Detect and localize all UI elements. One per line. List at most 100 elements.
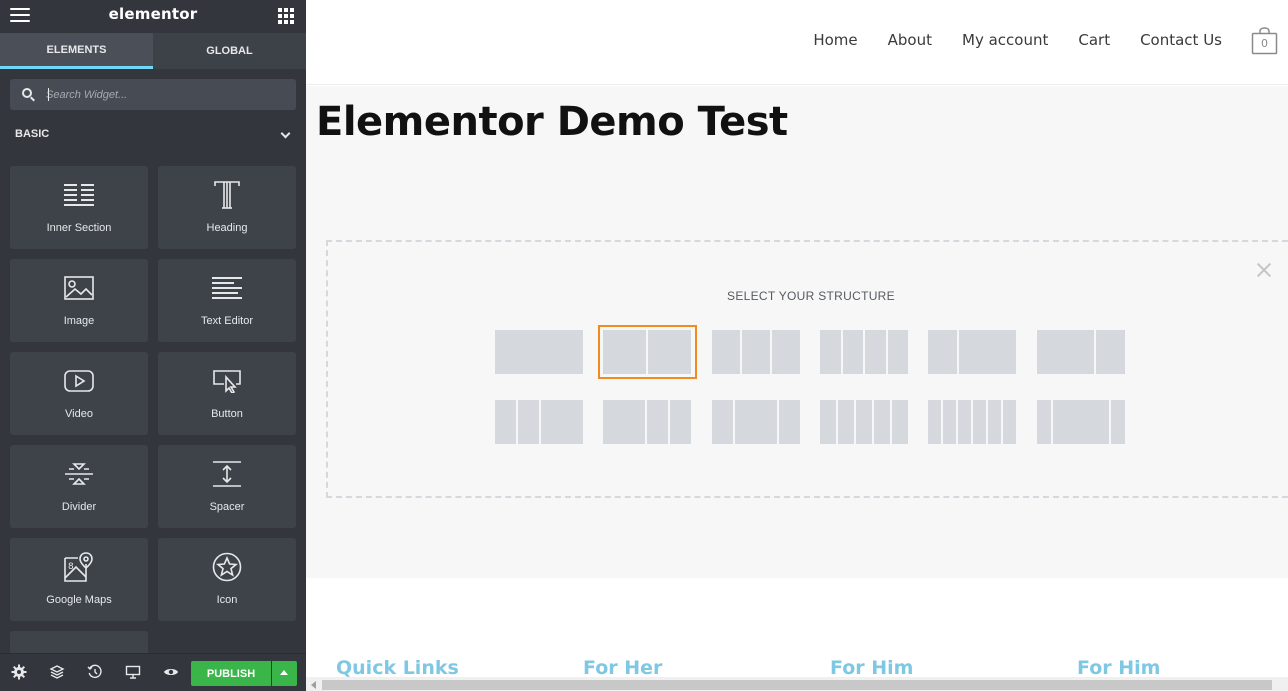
footer-heading-for-him: For Him bbox=[830, 657, 914, 679]
preset-column bbox=[1037, 330, 1095, 374]
structure-preset[interactable] bbox=[928, 400, 1017, 444]
chevron-down-icon bbox=[280, 128, 291, 139]
preset-column bbox=[887, 330, 908, 374]
scrollbar-thumb[interactable] bbox=[322, 680, 1272, 690]
tab-global[interactable]: GLOBAL bbox=[153, 33, 306, 69]
video-icon bbox=[64, 370, 94, 392]
nav-home[interactable]: Home bbox=[813, 31, 857, 49]
structure-preset[interactable] bbox=[712, 330, 801, 374]
preset-column bbox=[518, 400, 539, 444]
brand-logo: elementor bbox=[108, 5, 198, 23]
structure-preset[interactable] bbox=[928, 330, 1017, 374]
category-header-basic[interactable]: BASIC bbox=[15, 128, 296, 140]
preset-column bbox=[958, 400, 971, 444]
horizontal-scrollbar[interactable] bbox=[306, 677, 1288, 691]
widget-image[interactable]: Image bbox=[10, 259, 148, 342]
publish-options-button[interactable] bbox=[272, 661, 297, 686]
footer-heading-quick-links: Quick Links bbox=[336, 657, 459, 679]
preset-column bbox=[735, 400, 777, 444]
scroll-left-arrow-icon[interactable] bbox=[311, 681, 316, 689]
publish-button[interactable]: PUBLISH bbox=[191, 661, 271, 686]
widget-inner-section[interactable]: Inner Section bbox=[10, 166, 148, 249]
structure-preset[interactable] bbox=[598, 325, 697, 379]
preset-column bbox=[838, 400, 854, 444]
widget-video[interactable]: Video bbox=[10, 352, 148, 435]
structure-preset[interactable] bbox=[495, 400, 584, 444]
preset-column bbox=[842, 330, 863, 374]
preset-column bbox=[495, 400, 516, 444]
preset-column bbox=[712, 330, 740, 374]
button-icon bbox=[213, 370, 241, 393]
widget-label: Google Maps bbox=[46, 594, 112, 606]
panel-header: elementor bbox=[0, 0, 306, 33]
preset-column bbox=[856, 400, 872, 444]
widget-label: Icon bbox=[216, 594, 238, 606]
preset-column bbox=[1003, 400, 1016, 444]
structure-preset[interactable] bbox=[1037, 330, 1126, 374]
close-icon[interactable] bbox=[1256, 262, 1272, 278]
preset-column bbox=[1111, 400, 1125, 444]
widget-icon[interactable]: Icon bbox=[158, 538, 296, 621]
navigator-icon[interactable] bbox=[49, 664, 65, 680]
widget-heading[interactable]: Heading bbox=[158, 166, 296, 249]
preset-column bbox=[988, 400, 1001, 444]
history-icon[interactable] bbox=[87, 664, 103, 680]
preview-area: Home About My account Cart Contact Us 0 … bbox=[306, 0, 1288, 691]
responsive-icon[interactable] bbox=[125, 664, 141, 680]
image-icon bbox=[64, 276, 94, 300]
widget-label: Button bbox=[211, 408, 243, 420]
panel-footer: PUBLISH bbox=[0, 653, 306, 691]
search-icon bbox=[22, 88, 32, 98]
structure-preset[interactable] bbox=[495, 330, 584, 374]
text-caret bbox=[48, 88, 49, 101]
site-nav: Home About My account Cart Contact Us bbox=[813, 31, 1222, 49]
widget-label: Text Editor bbox=[201, 315, 253, 327]
search-box bbox=[10, 79, 296, 110]
widget-label: Inner Section bbox=[46, 222, 112, 234]
preset-column bbox=[943, 400, 956, 444]
footer-heading-for-her: For Her bbox=[583, 657, 663, 679]
widgets-grid-icon[interactable] bbox=[278, 8, 294, 24]
text-editor-icon bbox=[212, 277, 242, 299]
preset-column bbox=[1052, 400, 1110, 444]
editor-panel: elementor ELEMENTS GLOBAL BASIC Inner Se… bbox=[0, 0, 306, 691]
preset-column bbox=[928, 400, 941, 444]
structure-preset[interactable] bbox=[603, 400, 692, 444]
tab-elements[interactable]: ELEMENTS bbox=[0, 33, 153, 69]
preset-column bbox=[742, 330, 770, 374]
structure-preset[interactable] bbox=[820, 330, 909, 374]
preview-icon[interactable] bbox=[163, 664, 179, 680]
widget-label: Divider bbox=[61, 501, 97, 513]
site-header: Home About My account Cart Contact Us 0 bbox=[306, 0, 1288, 85]
nav-my-account[interactable]: My account bbox=[962, 31, 1048, 49]
preset-column bbox=[541, 400, 583, 444]
settings-icon[interactable] bbox=[11, 664, 27, 680]
cart-icon[interactable]: 0 bbox=[1251, 27, 1278, 55]
widget-label: Spacer bbox=[209, 501, 245, 513]
widget-button[interactable]: Button bbox=[158, 352, 296, 435]
inner-section-icon bbox=[64, 184, 94, 206]
widget-text-editor[interactable]: Text Editor bbox=[158, 259, 296, 342]
preset-column bbox=[779, 400, 800, 444]
preset-column bbox=[928, 330, 957, 374]
widget-divider[interactable]: Divider bbox=[10, 445, 148, 528]
nav-about[interactable]: About bbox=[888, 31, 932, 49]
search-input[interactable] bbox=[46, 86, 286, 103]
nav-contact-us[interactable]: Contact Us bbox=[1140, 31, 1222, 49]
google-maps-icon: 8 bbox=[64, 552, 93, 582]
preset-column bbox=[603, 330, 646, 374]
structure-preset[interactable] bbox=[712, 400, 801, 444]
widget-spacer[interactable]: Spacer bbox=[158, 445, 296, 528]
preset-column bbox=[892, 400, 908, 444]
widget-label: Video bbox=[65, 408, 93, 420]
nav-cart[interactable]: Cart bbox=[1078, 31, 1110, 49]
app-root: elementor ELEMENTS GLOBAL BASIC Inner Se… bbox=[0, 0, 1288, 691]
structure-preset[interactable] bbox=[1037, 400, 1126, 444]
preset-column bbox=[1037, 400, 1051, 444]
preset-column bbox=[647, 400, 668, 444]
widget-google-maps[interactable]: 8 Google Maps bbox=[10, 538, 148, 621]
preset-column bbox=[820, 330, 841, 374]
structure-selector: SELECT YOUR STRUCTURE bbox=[326, 240, 1288, 498]
preset-column bbox=[648, 330, 691, 374]
structure-preset[interactable] bbox=[820, 400, 909, 444]
